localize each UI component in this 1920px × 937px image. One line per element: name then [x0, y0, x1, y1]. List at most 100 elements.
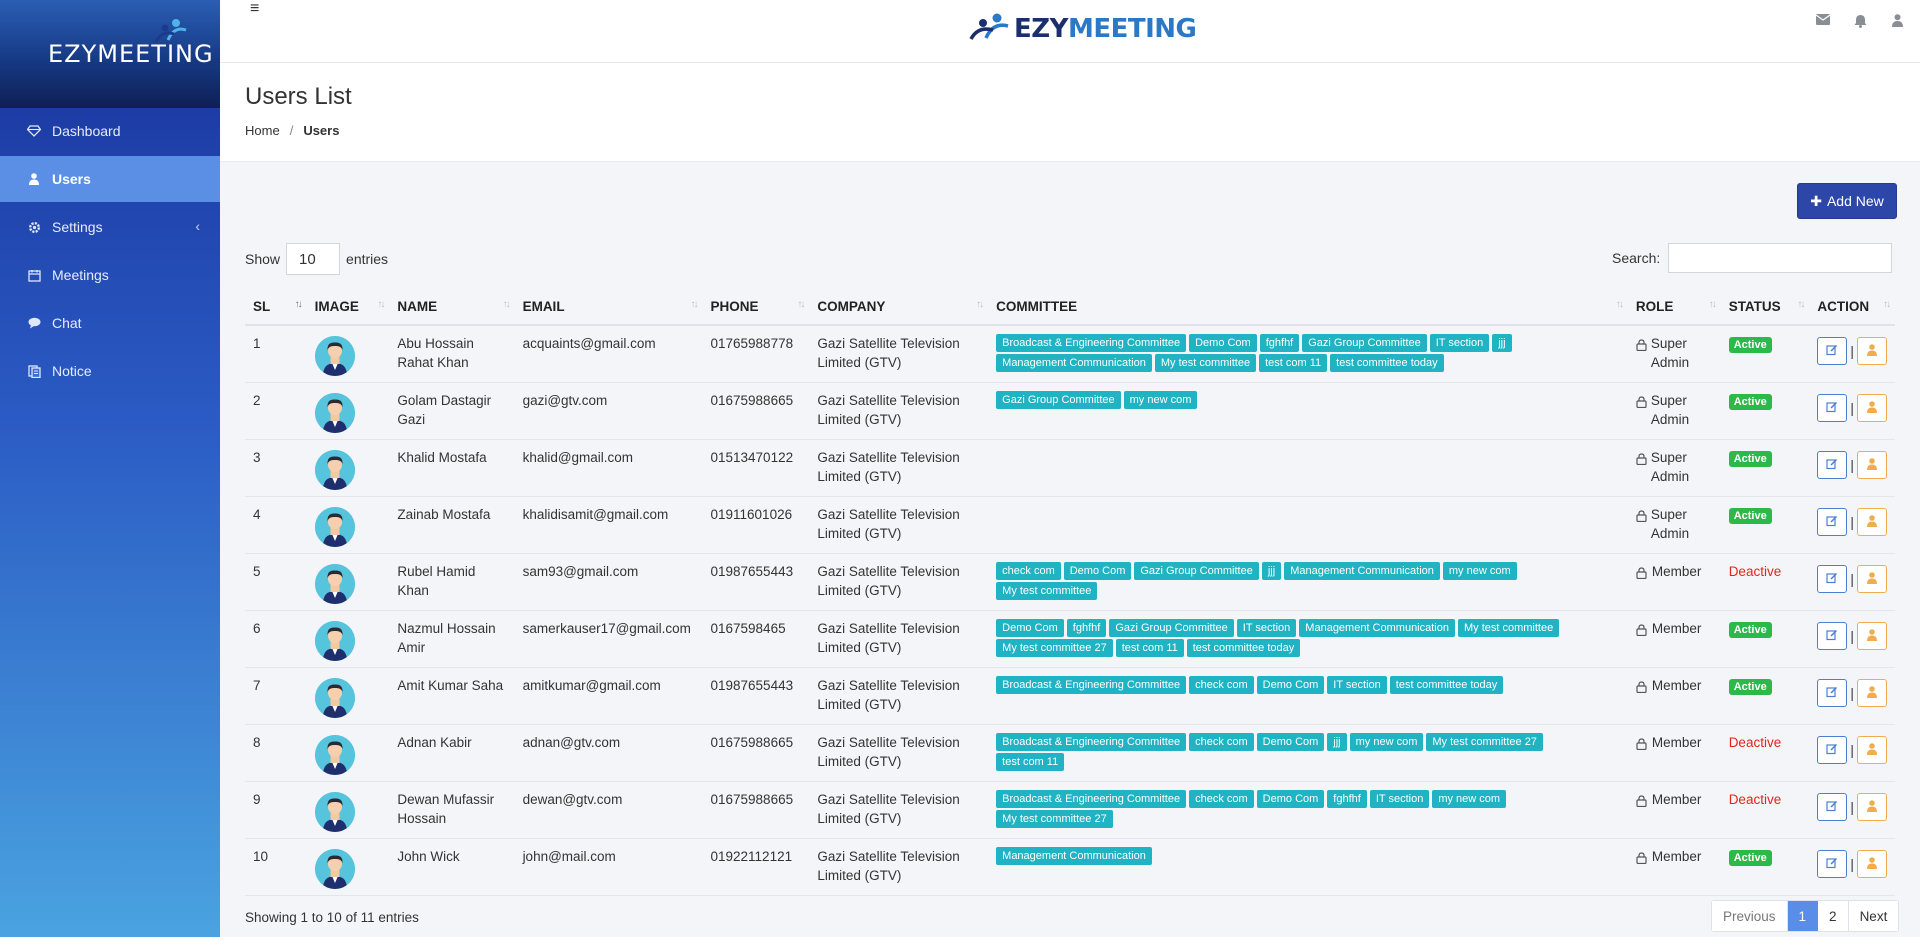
edit-button[interactable]	[1817, 736, 1848, 764]
column-header-status[interactable]: STATUS ↑↓	[1720, 288, 1810, 326]
edit-button[interactable]	[1817, 394, 1848, 422]
committee-tag: Management Communication	[1284, 562, 1440, 580]
column-header-committee[interactable]: COMMITTEE ↑↓	[988, 288, 1628, 326]
user-permission-button[interactable]	[1856, 679, 1887, 707]
sort-icon: ↑↓	[1615, 299, 1624, 310]
sidebar-item-label: Dashboard	[52, 123, 121, 139]
cell-email: sam93@gmail.com	[514, 553, 703, 611]
role-text: Super Admin	[1650, 450, 1690, 484]
cell-name: Amit Kumar Saha	[389, 667, 515, 725]
edit-button[interactable]	[1817, 508, 1848, 536]
committee-tag: test committee today	[1330, 354, 1444, 372]
committee-tag: Management Communication	[1299, 619, 1455, 637]
column-header-image[interactable]: IMAGE ↑↓	[306, 288, 390, 326]
edit-button[interactable]	[1817, 565, 1848, 593]
user-permission-button[interactable]	[1856, 565, 1887, 593]
committee-tag: check com	[1189, 733, 1254, 751]
column-header-action[interactable]: ACTION ↑↓	[1809, 288, 1895, 326]
sidebar-item-users[interactable]: Users	[0, 156, 220, 202]
committee-tag: Demo Com	[996, 619, 1064, 637]
entries-select[interactable]: 10	[286, 243, 341, 275]
user-icon[interactable]	[1892, 14, 1908, 30]
pagination-page-1[interactable]: 1	[1787, 901, 1819, 931]
edit-button[interactable]	[1817, 622, 1848, 650]
edit-button[interactable]	[1817, 793, 1848, 821]
edit-button[interactable]	[1817, 337, 1848, 365]
committee-tags: Gazi Group Committee my new com	[996, 391, 1596, 409]
user-permission-button[interactable]	[1856, 793, 1887, 821]
edit-button[interactable]	[1817, 451, 1848, 479]
user-permission-button[interactable]	[1856, 622, 1887, 650]
user-permission-button[interactable]	[1856, 736, 1887, 764]
cell-sl: 3	[245, 439, 307, 497]
search-input[interactable]	[1668, 243, 1893, 273]
edit-button[interactable]	[1817, 679, 1848, 707]
table-row: 8 Adnan Kabir adnan@gtv.com 01675988665 Gazi…	[245, 724, 1895, 782]
sidebar-item-dashboard[interactable]: Dashboard	[0, 108, 220, 154]
cell-status: Active	[1720, 838, 1810, 896]
column-header-role[interactable]: ROLE ↑↓	[1627, 288, 1721, 326]
cell-sl: 8	[245, 724, 307, 782]
entries-label: entries	[346, 251, 389, 267]
committee-tags: Broadcast & Engineering Committee check c…	[996, 790, 1596, 828]
envelope-icon[interactable]	[1816, 14, 1832, 30]
committee-tag: my new com	[1442, 562, 1517, 580]
column-header-email[interactable]: EMAIL ↑↓	[514, 288, 703, 326]
user-icon	[1866, 342, 1877, 361]
cell-name: Dewan Mufassir Hossain	[389, 781, 515, 839]
role-text: Super Admin	[1650, 393, 1690, 427]
user-permission-button[interactable]	[1856, 451, 1887, 479]
committee-tag: IT section	[1236, 619, 1297, 637]
sidebar: EZYMEETING Dashboard Users Settings ‹ Me…	[0, 0, 220, 937]
hamburger-menu-icon[interactable]: ≡	[250, 0, 259, 18]
cell-committee: Broadcast & Engineering Committee check c…	[988, 667, 1628, 725]
cell-image	[306, 325, 390, 383]
table-info: Showing 1 to 10 of 11 entries	[245, 910, 419, 925]
cell-status: Deactive	[1720, 781, 1810, 839]
lock-icon	[1636, 679, 1648, 698]
edit-button[interactable]	[1817, 850, 1848, 878]
committee-tag: test committee today	[1389, 676, 1504, 694]
avatar	[314, 849, 355, 889]
breadcrumb-home-link[interactable]: Home	[245, 123, 280, 138]
sidebar-item-meetings[interactable]: Meetings	[0, 252, 220, 298]
add-new-button[interactable]: ✚ Add New	[1797, 183, 1897, 219]
column-header-company[interactable]: COMPANY ↑↓	[809, 288, 989, 326]
sidebar-item-notice[interactable]: Notice	[0, 348, 220, 394]
sidebar-item-chat[interactable]: Chat	[0, 300, 220, 346]
user-permission-button[interactable]	[1856, 394, 1887, 422]
user-permission-button[interactable]	[1856, 850, 1887, 878]
user-permission-button[interactable]	[1856, 337, 1887, 365]
committee-tags: Demo Com fghfhf Gazi Group Committee IT sec…	[996, 619, 1596, 657]
table-row: 6 Nazmul Hossain Amir samerkauser17@gmail.…	[245, 610, 1895, 668]
column-header-phone[interactable]: PHONE ↑↓	[702, 288, 810, 326]
pagination-page-2[interactable]: 2	[1818, 901, 1849, 931]
search-wrap: Search:	[1612, 243, 1893, 273]
cell-email: adnan@gtv.com	[514, 724, 703, 782]
committee-tag: fghfhf	[1066, 619, 1107, 637]
sidebar-item-label: Notice	[52, 363, 92, 379]
user-permission-button[interactable]	[1856, 508, 1887, 536]
cell-email: acquaints@gmail.com	[514, 325, 703, 383]
diamond-icon	[26, 123, 42, 139]
avatar	[314, 792, 355, 832]
column-header-name[interactable]: NAME ↑↓	[389, 288, 515, 326]
bell-icon[interactable]	[1854, 14, 1870, 30]
edit-icon	[1826, 342, 1838, 361]
cell-role: Super Admin	[1627, 325, 1721, 383]
sort-icon: ↑↓	[1883, 299, 1891, 310]
chat-icon	[26, 315, 42, 331]
pagination-previous[interactable]: Previous	[1712, 901, 1788, 931]
pagination-next[interactable]: Next	[1848, 901, 1899, 931]
page-header: Users List Home / Users	[220, 63, 1920, 162]
cell-company: Gazi Satellite Television Limited (GTV)	[809, 781, 989, 839]
add-new-label: Add New	[1826, 193, 1884, 209]
committee-tag: fghfhf	[1327, 790, 1367, 808]
sidebar-item-settings[interactable]: Settings ‹	[0, 204, 220, 250]
cell-status: Active	[1720, 382, 1810, 440]
table-row: 3 Khalid Mostafa khalid@gmail.com 015134701…	[245, 439, 1895, 497]
avatar	[314, 393, 355, 433]
sort-icon: ↑↓	[797, 299, 805, 310]
user-icon	[26, 171, 42, 187]
column-header-sl[interactable]: SL ↑↓	[245, 288, 307, 326]
